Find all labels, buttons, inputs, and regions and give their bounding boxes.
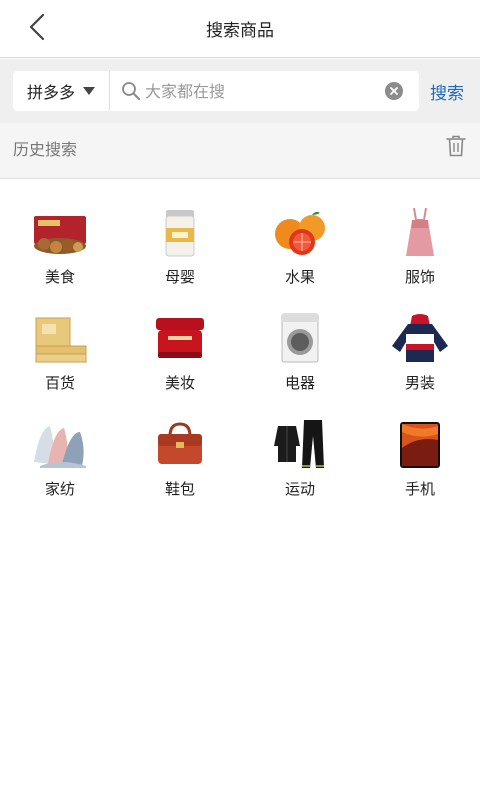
page-title: 搜索商品	[206, 21, 274, 41]
snack-gift-box-image	[30, 206, 90, 258]
category-label: 电器	[284, 374, 315, 392]
handbag-image	[150, 418, 210, 470]
category-label: 百货	[44, 374, 75, 392]
category-clothing[interactable]: 服饰	[360, 200, 480, 296]
caret-down-icon	[83, 87, 96, 95]
pink-dress-image	[390, 206, 450, 258]
category-label: 水果	[284, 268, 315, 286]
search-history-header: 历史搜索	[0, 123, 480, 179]
category-general[interactable]: 百货	[0, 306, 120, 402]
divider	[109, 71, 110, 111]
category-home-textile[interactable]: 家纺	[0, 412, 120, 508]
tracksuit-image	[270, 418, 330, 470]
category-label: 家纺	[44, 480, 75, 498]
category-shoes-bags[interactable]: 鞋包	[120, 412, 240, 508]
category-fruit[interactable]: 水果	[240, 200, 360, 296]
category-baby[interactable]: 母婴	[120, 200, 240, 296]
category-sports[interactable]: 运动	[240, 412, 360, 508]
platform-label: 拼多多	[27, 83, 76, 102]
category-label: 服饰	[404, 268, 435, 286]
platform-dropdown[interactable]: 拼多多	[13, 71, 109, 111]
category-phones[interactable]: 手机	[360, 412, 480, 508]
category-label: 美妆	[164, 374, 195, 392]
trash-icon[interactable]	[446, 135, 466, 157]
category-label: 手机	[404, 480, 435, 498]
hoodie-image	[390, 312, 450, 364]
smartphone-image	[390, 418, 450, 470]
search-button[interactable]: 搜索	[430, 79, 464, 104]
milk-powder-can-image	[150, 206, 210, 258]
category-label: 运动	[284, 480, 315, 498]
search-bar: 拼多多 搜索	[0, 59, 480, 123]
search-box: 拼多多	[13, 71, 419, 111]
search-icon	[121, 81, 141, 101]
history-label: 历史搜索	[13, 140, 78, 159]
category-food[interactable]: 美食	[0, 200, 120, 296]
blankets-image	[30, 418, 90, 470]
blood-orange-image	[270, 206, 330, 258]
category-beauty[interactable]: 美妆	[120, 306, 240, 402]
category-menswear[interactable]: 男装	[360, 306, 480, 402]
washing-machine-image	[270, 312, 330, 364]
tissue-boxes-image	[30, 312, 90, 364]
cream-jar-image	[150, 312, 210, 364]
category-label: 男装	[404, 374, 435, 392]
category-appliances[interactable]: 电器	[240, 306, 360, 402]
top-bar: 搜索商品	[0, 0, 480, 58]
clear-input-icon[interactable]	[385, 82, 403, 100]
category-label: 美食	[44, 268, 75, 286]
category-label: 鞋包	[164, 480, 195, 498]
search-input[interactable]	[145, 75, 375, 107]
category-label: 母婴	[164, 268, 195, 286]
